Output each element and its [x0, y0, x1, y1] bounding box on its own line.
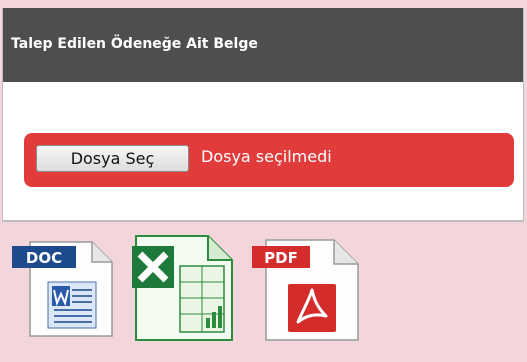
panel-header: Talep Edilen Ödeneğe Ait Belge: [3, 8, 523, 82]
pdf-icon: PDF: [252, 239, 359, 341]
panel-title: Talep Edilen Ödeneğe Ait Belge: [11, 36, 258, 52]
doc-badge-label: DOC: [26, 249, 62, 267]
excel-icon: [132, 235, 233, 341]
panel-divider: [3, 220, 523, 222]
file-status-text: Dosya seçilmedi: [201, 147, 332, 166]
upload-panel: Talep Edilen Ödeneğe Ait Belge Dosya Seç…: [2, 8, 524, 222]
word-doc-icon: DOC: [12, 241, 113, 337]
pdf-badge-label: PDF: [264, 249, 298, 267]
file-input-row: Dosya Seç Dosya seçilmedi: [24, 133, 514, 187]
choose-file-button[interactable]: Dosya Seç: [36, 145, 189, 172]
